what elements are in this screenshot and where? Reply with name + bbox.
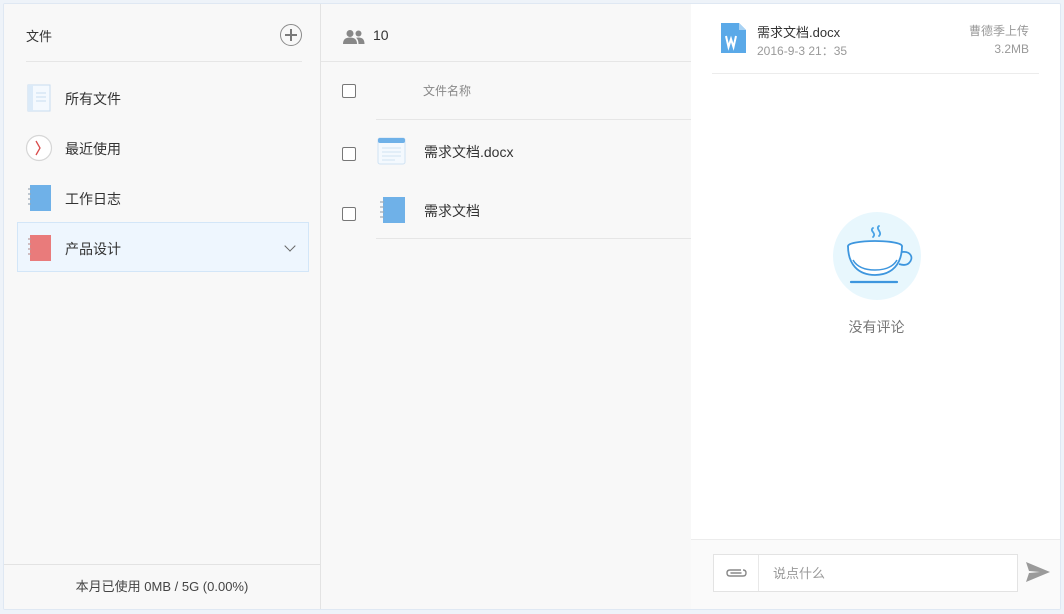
send-icon[interactable] xyxy=(1025,560,1051,584)
sidebar-nav: 所有文件 最近使用 工作日志 产品设计 xyxy=(17,72,309,272)
chevron-down-icon[interactable] xyxy=(284,240,296,252)
file-name: 需求文档.docx xyxy=(424,144,514,160)
document-icon xyxy=(377,137,406,165)
sidebar-item-all-files[interactable]: 所有文件 xyxy=(17,72,309,122)
empty-comments-text: 没有评论 xyxy=(848,319,905,335)
comment-bar xyxy=(691,539,1060,609)
uploader-label: 曹德季上传 xyxy=(968,24,1029,38)
paperclip-icon xyxy=(726,569,747,577)
sidebar-item-label: 产品设计 xyxy=(65,241,121,257)
clock-icon xyxy=(25,134,53,162)
file-info-header: 需求文档.docx 2016-9-3 21：35 曹德季上传 3.2MB xyxy=(712,4,1039,74)
sidebar-item-label: 最近使用 xyxy=(65,141,121,157)
divider xyxy=(321,61,691,62)
file-name: 需求文档.docx xyxy=(757,25,841,40)
select-all-checkbox[interactable] xyxy=(342,84,356,98)
file-size: 3.2MB xyxy=(994,42,1029,56)
file-row[interactable]: 需求文档.docx xyxy=(321,122,691,180)
column-header-name: 文件名称 xyxy=(423,84,472,98)
app-window: 文件 所有文件 最近使用 工作日志 产品设计 本月已使用 0MB / 5G (0… xyxy=(3,3,1061,610)
sidebar-item-label: 工作日志 xyxy=(65,191,121,207)
file-name: 需求文档 xyxy=(424,203,480,219)
red-notebook-icon xyxy=(28,235,51,261)
file-row[interactable]: 需求文档 xyxy=(321,181,691,239)
members-icon xyxy=(343,30,365,44)
file-timestamp: 2016-9-3 21：35 xyxy=(757,44,848,58)
word-doc-icon xyxy=(721,23,746,53)
empty-comments-message: 没有评论 xyxy=(691,317,1060,337)
sidebar-item-work-log[interactable]: 工作日志 xyxy=(17,172,309,222)
sidebar-item-recent[interactable]: 最近使用 xyxy=(17,122,309,172)
sidebar-header: 文件 xyxy=(26,4,302,62)
sidebar-title: 文件 xyxy=(26,29,53,44)
divider xyxy=(376,238,691,239)
sidebar-item-product-design[interactable]: 产品设计 xyxy=(17,222,309,272)
divider xyxy=(376,119,691,120)
coffee-cup-icon xyxy=(833,212,921,300)
blue-notebook-icon xyxy=(28,185,51,211)
file-detail-panel: 需求文档.docx 2016-9-3 21：35 曹德季上传 3.2MB 没有评… xyxy=(691,4,1060,609)
file-list-panel: 10 文件名称 需求文档.docx 需求文档 xyxy=(321,4,691,609)
file-checkbox[interactable] xyxy=(342,147,356,161)
comment-box xyxy=(713,554,1018,592)
comment-input[interactable] xyxy=(760,555,1015,591)
member-count: 10 xyxy=(373,27,389,43)
storage-usage: 本月已使用 0MB / 5G (0.00%) xyxy=(4,564,320,609)
sidebar-item-label: 所有文件 xyxy=(65,91,121,107)
all-files-icon xyxy=(27,84,51,112)
sidebar: 文件 所有文件 最近使用 工作日志 产品设计 本月已使用 0MB / 5G (0… xyxy=(4,4,321,609)
notebook-icon xyxy=(380,197,405,223)
file-checkbox[interactable] xyxy=(342,207,356,221)
plus-circle-icon[interactable] xyxy=(280,24,302,46)
attach-button[interactable] xyxy=(714,555,759,591)
